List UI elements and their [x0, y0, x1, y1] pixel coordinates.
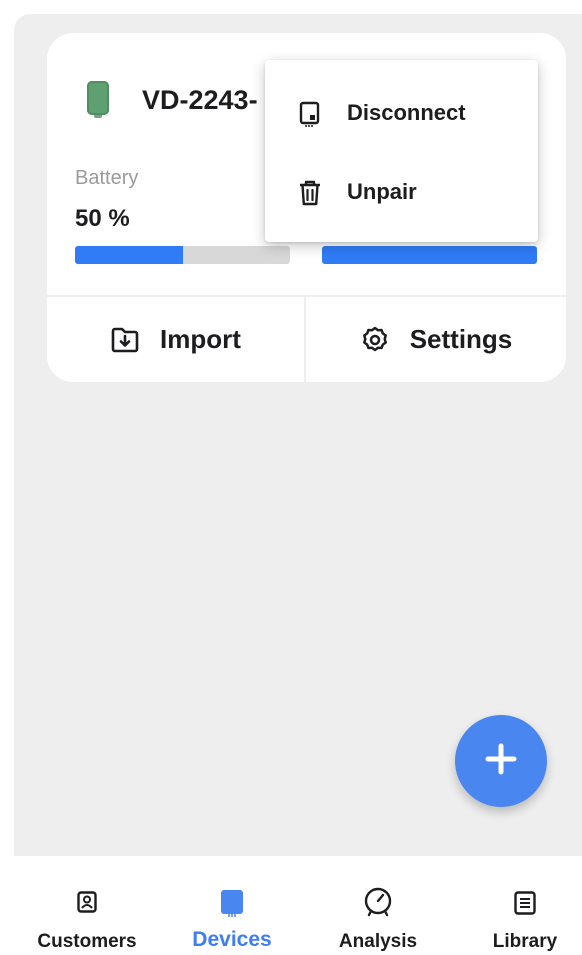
settings-button[interactable]: Settings [306, 297, 566, 382]
secondary-progress-bar [322, 246, 537, 264]
device-options-menu: Disconnect Unpair [265, 60, 538, 242]
nav-label-library: Library [492, 931, 558, 952]
battery-label: Battery [75, 167, 139, 189]
gauge-icon [363, 887, 393, 922]
disconnect-label: Disconnect [347, 100, 466, 125]
menu-item-disconnect[interactable]: Disconnect [265, 78, 538, 148]
menu-item-unpair[interactable]: Unpair [265, 157, 538, 227]
settings-label: Settings [409, 324, 513, 354]
battery-value: 50 % [75, 205, 130, 232]
bottom-navigation: Customers Devices Analysis Library [0, 856, 582, 955]
secondary-progress-fill [322, 246, 537, 264]
nav-item-analysis[interactable]: Analysis [334, 856, 422, 955]
plus-icon [482, 740, 520, 783]
document-icon [514, 891, 536, 920]
import-button[interactable]: Import [47, 297, 304, 382]
nav-label-devices: Devices [192, 928, 272, 951]
nav-item-library[interactable]: Library [486, 856, 566, 955]
trash-icon [298, 179, 322, 212]
folder-import-icon [110, 326, 140, 354]
import-label: Import [160, 324, 241, 354]
nav-label-customers: Customers [37, 931, 137, 952]
device-icon [87, 81, 109, 118]
device-icon [220, 889, 244, 924]
device-name: VD-2243- [142, 85, 258, 115]
disconnect-icon [298, 100, 322, 133]
gear-icon [360, 325, 390, 355]
nav-item-customers[interactable]: Customers [34, 856, 140, 955]
nav-label-analysis: Analysis [338, 931, 418, 952]
unpair-label: Unpair [347, 179, 417, 204]
nav-item-devices[interactable]: Devices [188, 856, 278, 955]
battery-progress-fill [75, 246, 183, 264]
add-device-button[interactable] [455, 715, 547, 807]
battery-progress-bar [75, 246, 290, 264]
contact-icon [77, 891, 97, 918]
